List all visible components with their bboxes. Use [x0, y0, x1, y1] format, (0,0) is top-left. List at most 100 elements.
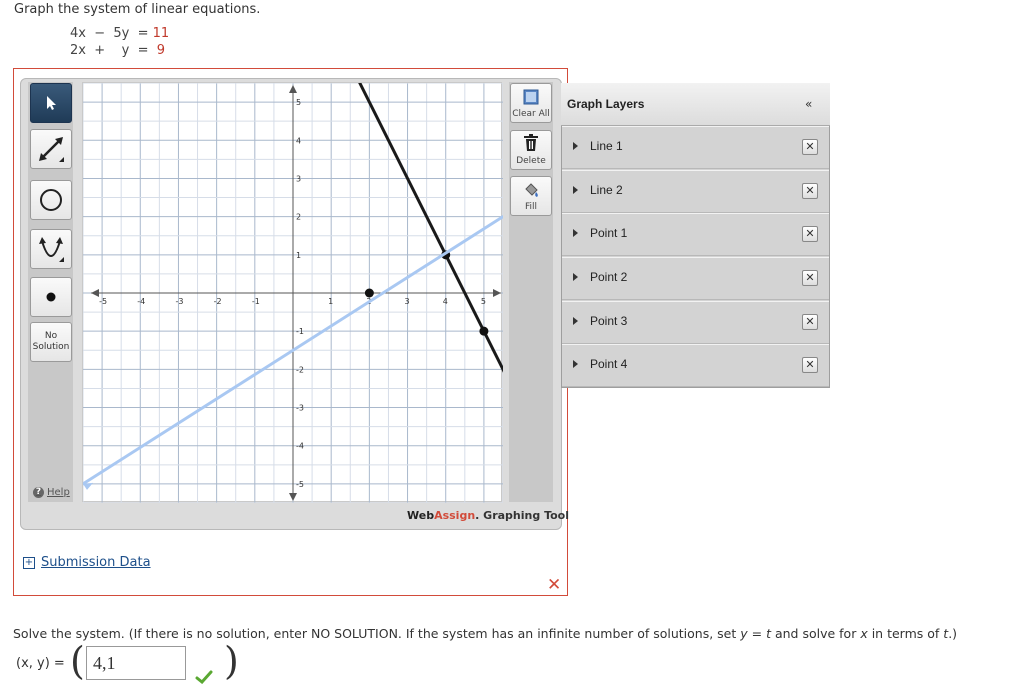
y-tick-label: -2	[296, 365, 304, 374]
layer-delete-icon[interactable]: ✕	[802, 270, 818, 286]
x-tick-label: 4	[443, 297, 448, 306]
equation-1-rhs: 11	[152, 26, 170, 41]
solve-text-2: and solve for	[771, 626, 861, 641]
point-icon	[46, 292, 56, 302]
x-tick-label: 5	[481, 297, 486, 306]
solve-instructions: Solve the system. (If there is no soluti…	[13, 626, 957, 641]
graph-layers-title: Graph Layers	[567, 97, 645, 111]
y-tick-label: 2	[296, 213, 301, 222]
x-tick-label: 1	[328, 297, 333, 306]
equation-1-lhs: 4x − 5y =	[70, 26, 149, 41]
equation-1: 4x − 5y = 11	[70, 26, 169, 41]
x-axis-arrow-left	[91, 289, 99, 297]
y-tick-label: 5	[296, 98, 301, 107]
parabola-icon	[39, 237, 64, 262]
x-tick-label: -2	[214, 297, 222, 306]
solve-text-x: x	[860, 626, 868, 641]
y-tick-label: 1	[296, 251, 301, 260]
submission-data-toggle[interactable]: + Submission Data	[23, 555, 151, 570]
delete-label: Delete	[516, 156, 546, 166]
right-paren: )	[224, 639, 239, 683]
equation-2-lhs: 2x + y =	[70, 43, 149, 58]
layer-point-2[interactable]: Point 2 ✕	[562, 257, 829, 300]
clear-all-label: Clear All	[512, 109, 550, 119]
layer-label: Line 1	[590, 139, 623, 153]
coordinate-plane[interactable]: -5-4-3-2-112345-5-4-3-2-112345	[81, 77, 507, 504]
pointer-tool-button[interactable]	[30, 83, 72, 123]
point-tool-button[interactable]	[30, 277, 72, 317]
graph-canvas[interactable]: -5-4-3-2-112345-5-4-3-2-112345	[81, 77, 507, 504]
checkmark-icon	[195, 670, 213, 684]
layer-delete-icon[interactable]: ✕	[802, 139, 818, 155]
solve-text-4: .)	[948, 626, 958, 641]
expand-arrow-icon	[573, 229, 578, 237]
brand-assign: Assign	[434, 509, 476, 522]
x-tick-label: -5	[99, 297, 107, 306]
pointer-icon	[47, 96, 56, 110]
line-2-arrow	[83, 482, 93, 490]
left-paren: (	[70, 639, 85, 683]
circle-tool-button[interactable]	[30, 180, 72, 220]
x-tick-label: 3	[405, 297, 410, 306]
trash-icon	[524, 134, 538, 151]
close-icon[interactable]: ✕	[547, 575, 561, 595]
paint-bucket-icon	[525, 183, 538, 197]
line-tool-button[interactable]	[30, 129, 72, 169]
answer-label: (x, y) =	[16, 656, 65, 671]
help-label: Help	[47, 487, 70, 498]
help-link[interactable]: ? Help	[33, 487, 70, 498]
help-icon: ?	[33, 487, 44, 498]
y-tick-label: 4	[296, 136, 301, 145]
layer-label: Point 1	[590, 226, 628, 240]
clear-all-icon	[523, 89, 539, 105]
layer-line-2[interactable]: Line 2 ✕	[562, 170, 829, 213]
expand-arrow-icon	[573, 360, 578, 368]
layer-delete-icon[interactable]: ✕	[802, 314, 818, 330]
line-icon	[39, 137, 64, 162]
y-tick-label: -3	[296, 404, 304, 413]
equation-2-rhs: 9	[156, 43, 166, 58]
layer-label: Point 3	[590, 314, 628, 328]
layer-delete-icon[interactable]: ✕	[802, 183, 818, 199]
y-tick-label: -1	[296, 327, 304, 336]
clear-all-button[interactable]: Clear All	[510, 83, 552, 123]
y-axis-arrow-down	[289, 493, 297, 501]
layer-line-1[interactable]: Line 1 ✕	[562, 126, 829, 169]
point-marker	[479, 326, 489, 336]
solve-text-3: in terms of	[867, 626, 944, 641]
submission-data-label: Submission Data	[41, 555, 151, 570]
equation-2: 2x + y = 9	[70, 43, 165, 58]
circle-icon	[40, 189, 62, 211]
y-tick-label: 3	[296, 174, 301, 183]
answer-input[interactable]	[86, 646, 186, 680]
expand-plus-icon: +	[23, 556, 35, 569]
layer-label: Point 2	[590, 270, 628, 284]
x-tick-label: -3	[175, 297, 183, 306]
point-marker	[364, 288, 374, 298]
solve-text-1: Solve the system. (If there is no soluti…	[13, 626, 741, 641]
x-axis-arrow-right	[493, 289, 501, 297]
no-solution-button[interactable]: No Solution	[30, 322, 72, 362]
solve-text-yt: y = t	[740, 626, 771, 641]
no-solution-label-2: Solution	[32, 342, 70, 352]
collapse-panel-button[interactable]: «	[805, 97, 812, 111]
parabola-tool-button[interactable]	[30, 229, 72, 269]
layer-point-1[interactable]: Point 1 ✕	[562, 213, 829, 256]
y-tick-label: -4	[296, 442, 304, 451]
expand-arrow-icon	[573, 186, 578, 194]
layer-label: Point 4	[590, 357, 628, 371]
layer-delete-icon[interactable]: ✕	[802, 226, 818, 242]
layer-point-4[interactable]: Point 4 ✕	[562, 344, 829, 387]
expand-arrow-icon	[573, 317, 578, 325]
fill-button[interactable]: Fill	[510, 176, 552, 216]
layer-label: Line 2	[590, 183, 623, 197]
delete-button[interactable]: Delete	[510, 130, 552, 170]
x-tick-label: -4	[137, 297, 145, 306]
y-tick-label: -5	[296, 480, 304, 489]
fill-label: Fill	[524, 202, 538, 212]
layer-point-3[interactable]: Point 3 ✕	[562, 301, 829, 344]
brand-rest: . Graphing Tool	[475, 509, 569, 522]
expand-arrow-icon	[573, 142, 578, 150]
expand-arrow-icon	[573, 273, 578, 281]
layer-delete-icon[interactable]: ✕	[802, 357, 818, 373]
